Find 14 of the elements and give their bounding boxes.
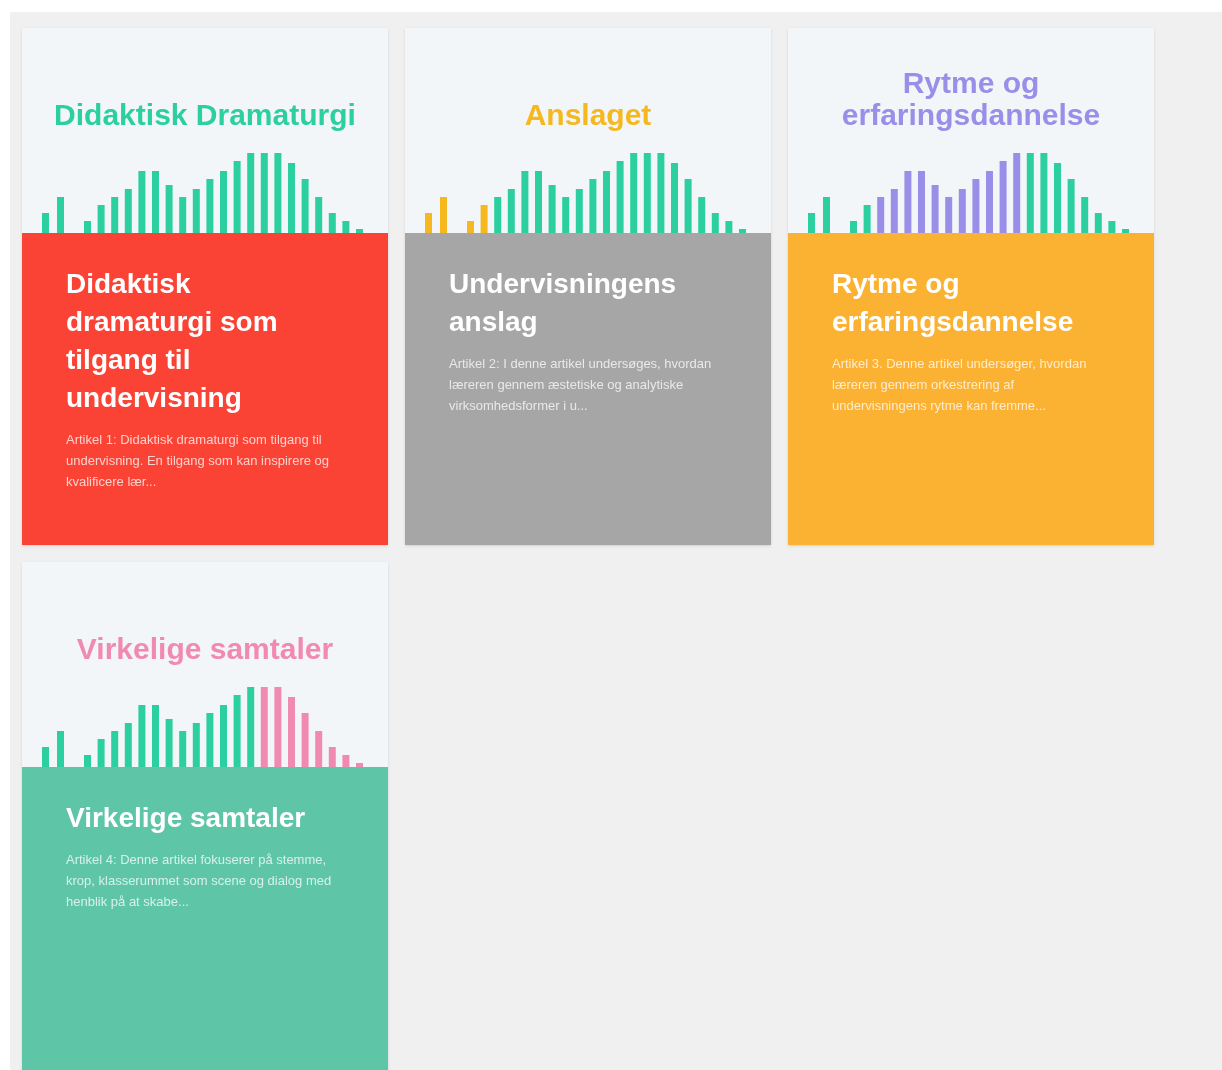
card-panel[interactable]: Rytme og erfaringsdannelse Artikel 3. Denne artikel undersøger, hvordan læreren gennem orkestrering af undervisningens rytme kan fremme... <box>788 233 1154 545</box>
card-excerpt: Artikel 1: Didaktisk dramaturgi som tilgang til undervisning. En tilgang som kan inspirere og kvalificere lær... <box>66 431 331 491</box>
card-heading[interactable]: Anslaget <box>524 99 652 131</box>
card-panel[interactable]: Virkelige samtaler Artikel 4: Denne artikel fokuserer på stemme, krop, klasserummet som scene og dialog med henblik på at skabe... <box>22 767 388 1070</box>
card-title: Rytme og erfaringsdannelse <box>832 267 1075 339</box>
card-excerpt: Artikel 3. Denne artikel undersøger, hvordan læreren gennem orkestrering af undervisningens rytme kan fremme... <box>832 355 1088 415</box>
card-heading[interactable]: Virkelige samtaler <box>76 633 334 665</box>
card-title: Didaktisk dramaturgi som tilgang til undervisning <box>66 267 279 415</box>
card-title: Virkelige samtaler <box>66 801 307 835</box>
card-excerpt: Artikel 4: Denne artikel fokuserer på stemme, krop, klasserummet som scene og dialog med henblik på at skabe... <box>66 851 333 911</box>
card-title: Undervisningens anslag <box>449 267 678 339</box>
card-heading[interactable]: Didaktisk Dramaturgi <box>54 99 356 131</box>
card-heading[interactable]: Rytme og erfaringsdannelse <box>801 67 1141 131</box>
card-panel[interactable]: Didaktisk dramaturgi som tilgang til undervisning Artikel 1: Didaktisk dramaturgi som tilgang til undervisning. En tilgang som kan inspirere og kvalificere lær... <box>22 233 388 545</box>
